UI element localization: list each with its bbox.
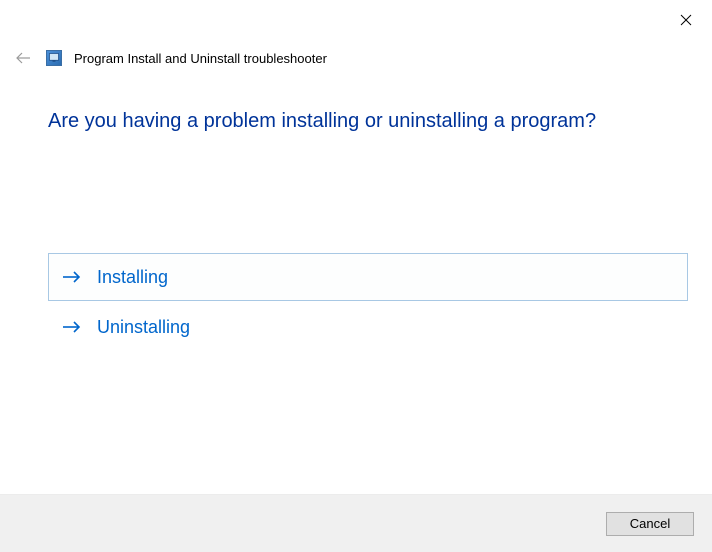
option-label: Uninstalling	[97, 317, 190, 338]
back-arrow-icon	[14, 48, 34, 68]
troubleshooter-app-icon	[46, 50, 62, 66]
option-installing[interactable]: Installing	[48, 253, 688, 301]
cancel-button[interactable]: Cancel	[606, 512, 694, 536]
app-title: Program Install and Uninstall troublesho…	[74, 51, 327, 66]
header-bar: Program Install and Uninstall troublesho…	[14, 48, 698, 68]
option-label: Installing	[97, 267, 168, 288]
right-arrow-icon	[61, 316, 83, 338]
question-heading: Are you having a problem installing or u…	[48, 110, 688, 133]
right-arrow-icon	[61, 266, 83, 288]
close-button[interactable]	[676, 10, 696, 30]
content-area: Are you having a problem installing or u…	[48, 100, 688, 353]
option-uninstalling[interactable]: Uninstalling	[48, 303, 688, 351]
back-button[interactable]	[14, 48, 34, 68]
troubleshooter-window: Program Install and Uninstall troublesho…	[0, 0, 712, 552]
footer-bar: Cancel	[0, 494, 712, 552]
close-icon	[680, 14, 692, 26]
